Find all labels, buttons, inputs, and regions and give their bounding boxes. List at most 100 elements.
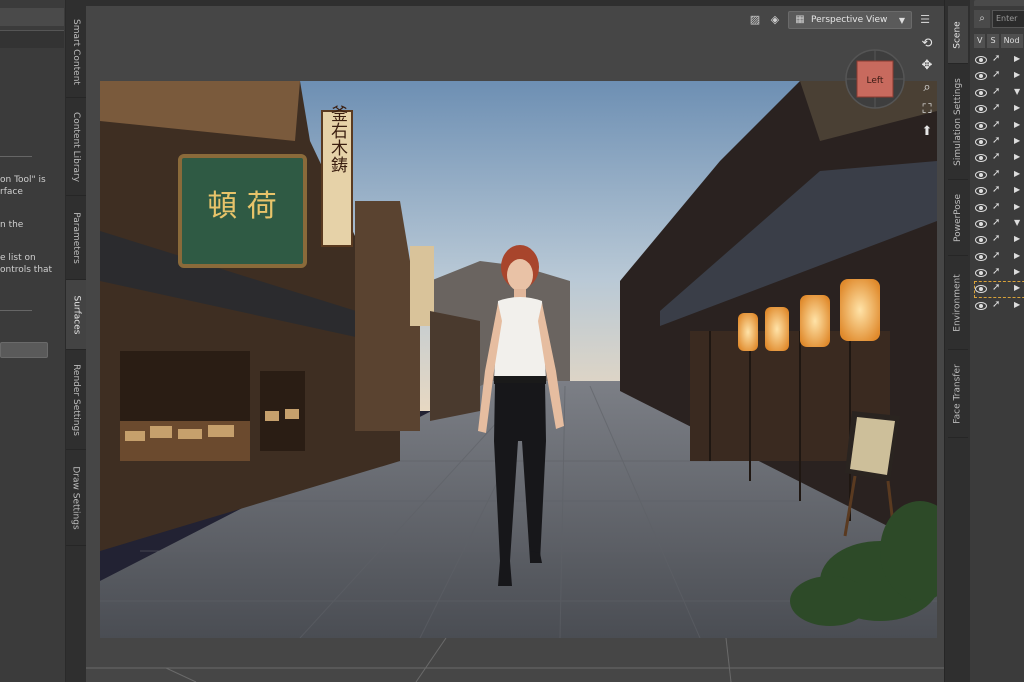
chevron-right-icon[interactable]: ▶ xyxy=(1014,283,1020,292)
chevron-down-icon[interactable]: ▼ xyxy=(1014,87,1020,96)
tab-simulation-settings[interactable]: Simulation Settings xyxy=(948,64,968,180)
viewport-menu-icon[interactable]: ☰ xyxy=(918,13,932,27)
chevron-right-icon[interactable]: ▶ xyxy=(1014,103,1020,112)
render-preview[interactable]: 頓 荷 釜右木鋳 xyxy=(100,81,937,638)
scene-search-input[interactable]: Enter xyxy=(992,10,1024,28)
cursor-icon[interactable]: ➚ xyxy=(992,168,1000,179)
eye-icon[interactable] xyxy=(975,301,987,310)
scene-node-row[interactable]: ➚ ▼ xyxy=(974,85,1024,101)
pan-icon[interactable]: ✥ xyxy=(919,58,935,74)
chevron-down-icon[interactable]: ▼ xyxy=(1014,218,1020,227)
eye-icon[interactable] xyxy=(975,252,987,261)
tab-scene[interactable]: Scene xyxy=(948,6,968,64)
scene-node-row[interactable]: ➚ ▶ xyxy=(974,265,1024,281)
scene-node-row[interactable]: ➚ ▶ xyxy=(974,183,1024,199)
navigation-cube[interactable]: Left xyxy=(844,48,906,110)
chevron-right-icon[interactable]: ▶ xyxy=(1014,202,1020,211)
tab-smart-content[interactable]: Smart Content xyxy=(66,6,86,98)
chevron-right-icon[interactable]: ▶ xyxy=(1014,300,1020,309)
tab-content-library[interactable]: Content Library xyxy=(66,98,86,196)
left-panel-button[interactable] xyxy=(0,342,48,358)
eye-icon[interactable] xyxy=(975,219,987,228)
tab-surfaces[interactable]: Surfaces xyxy=(66,280,86,350)
scene-node-row[interactable]: ➚ ▶ xyxy=(974,118,1024,134)
scene-column-headers: V S Nod xyxy=(974,34,1023,48)
cursor-icon[interactable]: ➚ xyxy=(992,299,1000,310)
scene-node-row[interactable]: ➚ ▶ xyxy=(974,101,1024,117)
cursor-icon[interactable]: ➚ xyxy=(992,266,1000,277)
eye-icon[interactable] xyxy=(975,285,987,294)
cursor-icon[interactable]: ➚ xyxy=(992,250,1000,261)
scene-node-row[interactable]: ➚ ▶ xyxy=(974,281,1024,298)
eye-icon[interactable] xyxy=(975,154,987,163)
scene-node-list: ➚ ▶ ➚ ▶ ➚ ▼ ➚ ▶ ➚ ▶ ➚ ▶ ➚ ▶ ➚ ▶ ➚ ▶ ➚ ▶ ➚ ▼ ➚ ▶ ➚ ▶ ➚ ▶ ➚ ▶ ➚ ▶ xyxy=(974,52,1024,314)
viewport[interactable]: ▨ ◈ ▦ Perspective View ▼ ☰ 頓 荷 釜右木鋳 Left… xyxy=(86,0,944,682)
eye-icon[interactable] xyxy=(975,56,987,64)
cursor-icon[interactable]: ➚ xyxy=(992,217,1000,228)
chevron-right-icon[interactable]: ▶ xyxy=(1014,267,1020,276)
cursor-icon[interactable]: ➚ xyxy=(992,53,1000,64)
eye-icon[interactable] xyxy=(975,170,987,179)
tab-powerpose[interactable]: PowerPose xyxy=(948,180,968,256)
reset-icon[interactable]: ⬆ xyxy=(919,124,935,140)
cursor-icon[interactable]: ➚ xyxy=(992,119,1000,130)
eye-icon[interactable] xyxy=(975,236,987,245)
draw-style-icon[interactable]: ◈ xyxy=(768,13,782,27)
search-icon[interactable]: ⌕ xyxy=(974,10,990,28)
column-selectable[interactable]: S xyxy=(987,34,999,48)
chevron-right-icon[interactable]: ▶ xyxy=(1014,251,1020,260)
left-panel-header[interactable] xyxy=(0,8,64,26)
tab-parameters[interactable]: Parameters xyxy=(66,196,86,280)
chevron-right-icon[interactable]: ▶ xyxy=(1014,120,1020,129)
chevron-right-icon[interactable]: ▶ xyxy=(1014,152,1020,161)
eye-icon[interactable] xyxy=(975,269,987,278)
zoom-icon[interactable]: ⌕ xyxy=(919,80,935,96)
scene-node-row[interactable]: ➚ ▶ xyxy=(974,298,1024,314)
cursor-icon[interactable]: ➚ xyxy=(992,233,1000,244)
scene-node-row[interactable]: ➚ ▶ xyxy=(974,68,1024,84)
tab-draw-settings[interactable]: Draw Settings xyxy=(66,450,86,546)
chevron-right-icon[interactable]: ▶ xyxy=(1014,136,1020,145)
cursor-icon[interactable]: ➚ xyxy=(992,282,1000,293)
scene-node-row[interactable]: ➚ ▼ xyxy=(974,216,1024,232)
eye-icon[interactable] xyxy=(975,187,987,196)
viewport-tab-bar xyxy=(86,0,944,6)
cursor-icon[interactable]: ➚ xyxy=(992,184,1000,195)
tab-face-transfer[interactable]: Face Transfer xyxy=(948,350,968,438)
scene-node-row[interactable]: ➚ ▶ xyxy=(974,232,1024,248)
eye-icon[interactable] xyxy=(975,105,987,114)
scene-node-row[interactable]: ➚ ▶ xyxy=(974,167,1024,183)
chevron-right-icon[interactable]: ▶ xyxy=(1014,185,1020,194)
eye-icon[interactable] xyxy=(975,137,987,146)
cursor-icon[interactable]: ➚ xyxy=(992,201,1000,212)
eye-icon[interactable] xyxy=(975,72,987,81)
eye-icon[interactable] xyxy=(975,121,987,130)
left-panel-selector[interactable] xyxy=(0,30,64,48)
viewport-toolbar: ▨ ◈ ▦ Perspective View ▼ ☰ xyxy=(748,10,932,30)
view-mode-select[interactable]: ▦ Perspective View ▼ xyxy=(788,11,912,29)
frame-icon[interactable]: ⛶ xyxy=(919,102,935,118)
eye-icon[interactable] xyxy=(975,88,987,97)
tab-render-settings[interactable]: Render Settings xyxy=(66,350,86,450)
eye-icon[interactable] xyxy=(975,203,987,212)
scene-node-row[interactable]: ➚ ▶ xyxy=(974,200,1024,216)
chevron-right-icon[interactable]: ▶ xyxy=(1014,169,1020,178)
scene-node-row[interactable]: ➚ ▶ xyxy=(974,52,1024,68)
render-preview-icon[interactable]: ▨ xyxy=(748,13,762,27)
tab-environment[interactable]: Environment xyxy=(948,256,968,350)
column-node[interactable]: Nod xyxy=(1000,34,1023,48)
scene-node-row[interactable]: ➚ ▶ xyxy=(974,249,1024,265)
cursor-icon[interactable]: ➚ xyxy=(992,86,1000,97)
cursor-icon[interactable]: ➚ xyxy=(992,69,1000,80)
chevron-right-icon[interactable]: ▶ xyxy=(1014,54,1020,63)
hint-line-1: on Tool" is xyxy=(0,175,46,185)
chevron-right-icon[interactable]: ▶ xyxy=(1014,234,1020,243)
cursor-icon[interactable]: ➚ xyxy=(992,102,1000,113)
chevron-right-icon[interactable]: ▶ xyxy=(1014,70,1020,79)
scene-node-row[interactable]: ➚ ▶ xyxy=(974,150,1024,166)
column-visible[interactable]: V xyxy=(974,34,986,48)
cursor-icon[interactable]: ➚ xyxy=(992,151,1000,162)
scene-node-row[interactable]: ➚ ▶ xyxy=(974,134,1024,150)
cursor-icon[interactable]: ➚ xyxy=(992,135,1000,146)
orbit-icon[interactable]: ⟲ xyxy=(919,36,935,52)
